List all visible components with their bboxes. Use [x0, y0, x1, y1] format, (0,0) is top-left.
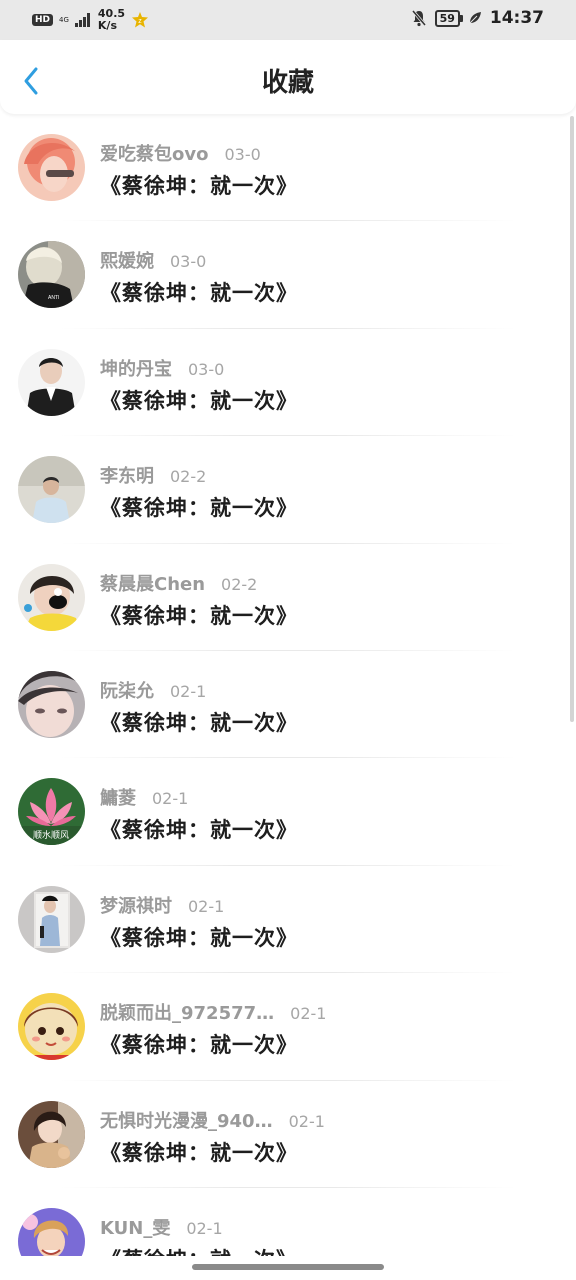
item-title: 《蔡徐坤：就一次》 — [100, 710, 298, 735]
svg-text:ANTI: ANTI — [48, 295, 59, 301]
avatar[interactable] — [18, 134, 85, 201]
network-speed: 40.5 K/s — [98, 8, 125, 32]
item-meta: 熙媛婉 03-0 — [100, 247, 206, 273]
item-title: 《蔡徐坤：就一次》 — [100, 388, 298, 413]
status-right: 59 14:37 — [411, 8, 544, 28]
list-item[interactable]: 阮柒允 02-1 《蔡徐坤：就一次》 — [0, 651, 576, 759]
list-item[interactable]: 蔡晨晨Chen 02-2 《蔡徐坤：就一次》 — [0, 544, 576, 651]
item-title: 《蔡徐坤：就一次》 — [100, 818, 298, 843]
user-name: KUN_雯 — [100, 1217, 171, 1239]
item-title: 《蔡徐坤：就一次》 — [100, 1140, 298, 1165]
list-item[interactable]: 顺水顺风 鱅菱 02-1 《蔡徐坤：就一次》 — [0, 758, 576, 866]
item-meta: 李东明 02-2 — [100, 462, 206, 488]
item-date: 02-2 — [170, 467, 207, 487]
scrollbar[interactable] — [570, 116, 574, 722]
item-meta: 无惧时光漫漫_940… 02-1 — [100, 1107, 325, 1133]
favorites-list: 爱吃蔡包ovo 03-0 《蔡徐坤：就一次》 ANTI 熙媛婉 03-0 《蔡徐… — [0, 114, 576, 1280]
list-item[interactable]: 脱颖而出_972577… 02-1 《蔡徐坤：就一次》 — [0, 973, 576, 1081]
item-title: 《蔡徐坤：就一次》 — [100, 603, 298, 628]
item-date: 02-1 — [188, 896, 225, 916]
speed-unit: K/s — [97, 19, 117, 32]
item-date: 02-1 — [170, 681, 207, 701]
list-item[interactable]: 李东明 02-2 《蔡徐坤：就一次》 — [0, 436, 576, 544]
user-name: 脱颖而出_972577… — [100, 1003, 275, 1025]
item-title: 《蔡徐坤：就一次》 — [100, 281, 298, 306]
avatar[interactable]: ANTI — [18, 241, 85, 309]
network-label: 4G — [59, 16, 69, 24]
list-item[interactable]: 梦源祺时 02-1 《蔡徐坤：就一次》 — [0, 866, 576, 974]
list-item[interactable]: 坤的丹宝 03-0 《蔡徐坤：就一次》 — [0, 329, 576, 437]
page-title: 收藏 — [261, 68, 314, 98]
qq-notification-icon: z — [131, 11, 149, 29]
item-date: 03-0 — [188, 359, 225, 379]
avatar[interactable] — [18, 348, 85, 416]
item-meta: 爱吃蔡包ovo 03-0 — [100, 140, 261, 166]
item-meta: KUN_雯 02-1 — [100, 1214, 223, 1240]
clock: 14:37 — [489, 8, 544, 28]
user-name: 李东明 — [100, 466, 154, 488]
home-indicator[interactable] — [192, 1264, 384, 1270]
avatar[interactable] — [18, 670, 85, 738]
item-title: 《蔡徐坤：就一次》 — [100, 174, 298, 198]
battery-indicator: 59 — [434, 9, 464, 27]
signal-icon — [74, 13, 90, 27]
list-item[interactable]: 无惧时光漫漫_940… 02-1 《蔡徐坤：就一次》 — [0, 1081, 576, 1188]
avatar[interactable] — [18, 563, 85, 631]
list-item[interactable]: ANTI 熙媛婉 03-0 《蔡徐坤：就一次》 — [0, 221, 576, 329]
item-date: 03-0 — [224, 145, 261, 164]
item-meta: 鱅菱 02-1 — [100, 784, 188, 810]
item-date: 02-2 — [221, 574, 258, 594]
leaf-icon — [469, 12, 481, 24]
item-meta: 阮柒允 02-1 — [100, 677, 206, 703]
avatar[interactable] — [18, 1100, 85, 1168]
status-left: HD 4G 40.5 K/s z — [32, 8, 149, 32]
item-title: 《蔡徐坤：就一次》 — [100, 496, 298, 521]
header-bar: 收藏 — [0, 40, 576, 114]
network-type: 4G — [59, 16, 69, 24]
item-date: 02-1 — [186, 1218, 223, 1238]
avatar[interactable] — [18, 456, 85, 524]
item-meta: 坤的丹宝 03-0 — [100, 355, 224, 381]
item-date: 02-1 — [288, 1111, 325, 1131]
user-name: 鱅菱 — [100, 788, 136, 810]
screen: HD 4G 40.5 K/s z 59 14:37 收藏 爱吃蔡包ovo 03-… — [0, 0, 576, 1280]
avatar[interactable]: 顺水顺风 — [18, 778, 85, 846]
item-title: 《蔡徐坤：就一次》 — [100, 1033, 298, 1058]
svg-text:z: z — [138, 18, 142, 25]
item-title: 《蔡徐坤：就一次》 — [100, 925, 298, 950]
avatar[interactable] — [18, 885, 85, 953]
hd-badge: HD — [32, 14, 54, 26]
user-name: 爱吃蔡包ovo — [100, 144, 209, 165]
status-bar: HD 4G 40.5 K/s z 59 14:37 — [0, 0, 576, 40]
item-date: 02-1 — [290, 1004, 327, 1024]
user-name: 梦源祺时 — [100, 895, 172, 917]
item-date: 02-1 — [152, 789, 189, 809]
list-item[interactable]: 爱吃蔡包ovo 03-0 《蔡徐坤：就一次》 — [0, 114, 576, 222]
item-meta: 脱颖而出_972577… 02-1 — [100, 999, 326, 1025]
user-name: 坤的丹宝 — [100, 358, 172, 380]
user-name: 无惧时光漫漫_940… — [100, 1110, 273, 1132]
item-meta: 梦源祺时 02-1 — [100, 892, 224, 918]
item-meta: 蔡晨晨Chen 02-2 — [100, 570, 257, 596]
user-name: 蔡晨晨Chen — [100, 573, 206, 595]
user-name: 熙媛婉 — [100, 251, 154, 273]
mute-bell-icon — [411, 10, 426, 27]
user-name: 阮柒允 — [100, 680, 154, 702]
avatar-caption: 顺水顺风 — [33, 829, 69, 841]
item-date: 03-0 — [170, 252, 207, 272]
avatar[interactable] — [18, 993, 85, 1061]
